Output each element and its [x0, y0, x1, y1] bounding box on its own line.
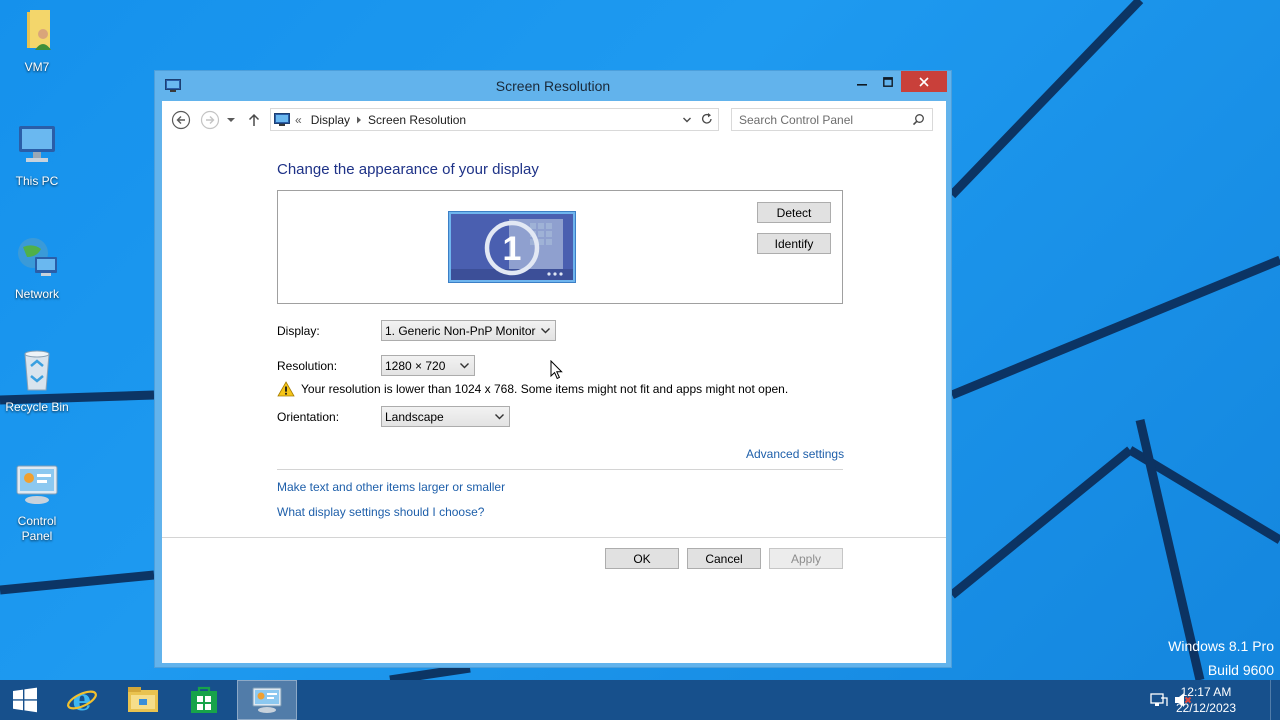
taskbar: e 12:17 AM 22/12/2023	[0, 680, 1280, 720]
windows-version-watermark: Windows 8.1 Pro Build 9600	[1168, 634, 1274, 680]
action-center-flag-icon[interactable]	[1150, 692, 1168, 708]
up-button[interactable]	[246, 110, 262, 130]
breadcrumb-display[interactable]: Display	[311, 113, 350, 127]
computer-icon	[19, 126, 55, 162]
address-history-button[interactable]	[682, 114, 692, 128]
search-input[interactable]	[739, 112, 909, 128]
orientation-select[interactable]: Landscape	[381, 406, 510, 427]
chevron-down-icon	[683, 117, 691, 123]
chevron-down-icon	[495, 414, 504, 420]
show-desktop-button[interactable]	[1270, 680, 1280, 720]
monitor-arrangement-panel: 1 Detect Identify	[277, 190, 843, 304]
desktop-icon-control-panel[interactable]: Control Panel	[0, 460, 74, 544]
maximize-button[interactable]	[874, 71, 902, 92]
resolution-warning: Your resolution is lower than 1024 x 768…	[277, 381, 788, 397]
control-panel-icon	[274, 113, 290, 126]
close-button[interactable]	[901, 71, 947, 92]
warning-text: Your resolution is lower than 1024 x 768…	[301, 382, 789, 396]
file-explorer-icon	[128, 687, 158, 712]
svg-text:e: e	[72, 684, 91, 716]
watermark-edition: Windows 8.1 Pro	[1168, 638, 1274, 654]
forward-button[interactable]	[200, 110, 220, 130]
refresh-button[interactable]	[700, 112, 714, 129]
chevron-down-icon	[541, 328, 550, 334]
mouse-cursor-icon	[550, 360, 563, 380]
up-arrow-icon	[248, 113, 260, 126]
display-select[interactable]: 1. Generic Non-PnP Monitor	[381, 320, 556, 341]
minimize-button[interactable]	[848, 71, 876, 92]
clock-date: 22/12/2023	[1175, 701, 1236, 715]
desktop-icon-label: Recycle Bin	[5, 400, 69, 414]
search-icon[interactable]	[912, 113, 925, 126]
identify-button[interactable]: Identify	[757, 233, 831, 254]
resolution-select-value: 1280 × 720	[385, 359, 446, 373]
breadcrumb-separator-icon	[357, 116, 362, 124]
display-select-value: 1. Generic Non-PnP Monitor	[385, 324, 536, 338]
monitor-1-thumbnail[interactable]: 1	[448, 211, 578, 285]
taskbar-clock[interactable]: 12:17 AM 22/12/2023	[1176, 684, 1236, 716]
apply-button[interactable]: Apply	[769, 548, 843, 569]
monitor-number-label: 1	[503, 230, 522, 268]
resolution-label: Resolution:	[277, 359, 338, 373]
cancel-button[interactable]: Cancel	[687, 548, 761, 569]
window-client-area: « Display Screen Resolution Change the a…	[162, 101, 946, 663]
search-box[interactable]	[731, 108, 933, 131]
advanced-settings-link[interactable]: Advanced settings	[746, 447, 844, 461]
breadcrumb-screen-resolution[interactable]: Screen Resolution	[368, 113, 466, 127]
desktop-icon-network[interactable]: Network	[0, 233, 74, 302]
internet-explorer-icon: e	[67, 684, 97, 716]
desktop-icon-recycle-bin[interactable]: Recycle Bin	[0, 346, 74, 415]
window-title: Screen Resolution	[495, 78, 611, 94]
page-heading: Change the appearance of your display	[277, 161, 539, 178]
recent-locations-button[interactable]	[224, 110, 238, 130]
warning-icon	[277, 381, 295, 397]
watermark-build: Build 9600	[1207, 662, 1274, 678]
desktop-icon-vm7[interactable]: VM7	[0, 6, 74, 75]
orientation-label: Orientation:	[277, 410, 340, 424]
refresh-icon	[701, 113, 712, 124]
desktop-icon-label: VM7	[24, 60, 50, 74]
display-help-link[interactable]: What display settings should I choose?	[277, 505, 484, 519]
desktop-icon-label: Control Panel	[17, 514, 57, 543]
taskbar-file-explorer[interactable]	[113, 680, 173, 720]
address-bar[interactable]: « Display Screen Resolution	[270, 108, 719, 131]
chevron-down-icon	[460, 363, 469, 369]
start-icon	[13, 687, 37, 713]
taskbar-store[interactable]	[174, 680, 234, 720]
minimize-icon	[857, 83, 867, 86]
text-size-link[interactable]: Make text and other items larger or smal…	[277, 480, 505, 494]
orientation-select-value: Landscape	[385, 410, 444, 424]
desktop-icon-label: Network	[14, 287, 59, 301]
breadcrumb-overflow[interactable]: «	[295, 113, 302, 127]
control-panel-icon	[252, 687, 282, 713]
footer-divider	[162, 537, 946, 538]
ok-button[interactable]: OK	[605, 548, 679, 569]
forward-arrow-icon	[200, 110, 220, 130]
clock-time: 12:17 AM	[1180, 685, 1232, 699]
start-button[interactable]	[0, 680, 50, 720]
back-button[interactable]	[171, 110, 191, 130]
resolution-select[interactable]: 1280 × 720	[381, 355, 475, 376]
maximize-icon	[883, 76, 893, 87]
desktop-icon-this-pc[interactable]: This PC	[0, 120, 74, 189]
section-divider	[277, 469, 843, 470]
recycle-bin-icon	[24, 350, 50, 391]
close-icon	[919, 76, 929, 87]
taskbar-control-panel[interactable]	[237, 680, 297, 720]
store-icon	[191, 686, 217, 713]
folder-user-icon	[27, 10, 51, 50]
display-label: Display:	[277, 324, 320, 338]
network-globe-icon	[18, 238, 57, 276]
navigation-bar: « Display Screen Resolution	[162, 101, 946, 139]
chevron-down-icon	[227, 118, 235, 122]
control-panel-icon	[16, 465, 58, 504]
taskbar-internet-explorer[interactable]: e	[52, 680, 112, 720]
back-arrow-icon	[171, 110, 191, 130]
window-titlebar[interactable]: Screen Resolution	[155, 71, 951, 101]
detect-button[interactable]: Detect	[757, 202, 831, 223]
desktop-icon-label: This PC	[15, 174, 59, 188]
